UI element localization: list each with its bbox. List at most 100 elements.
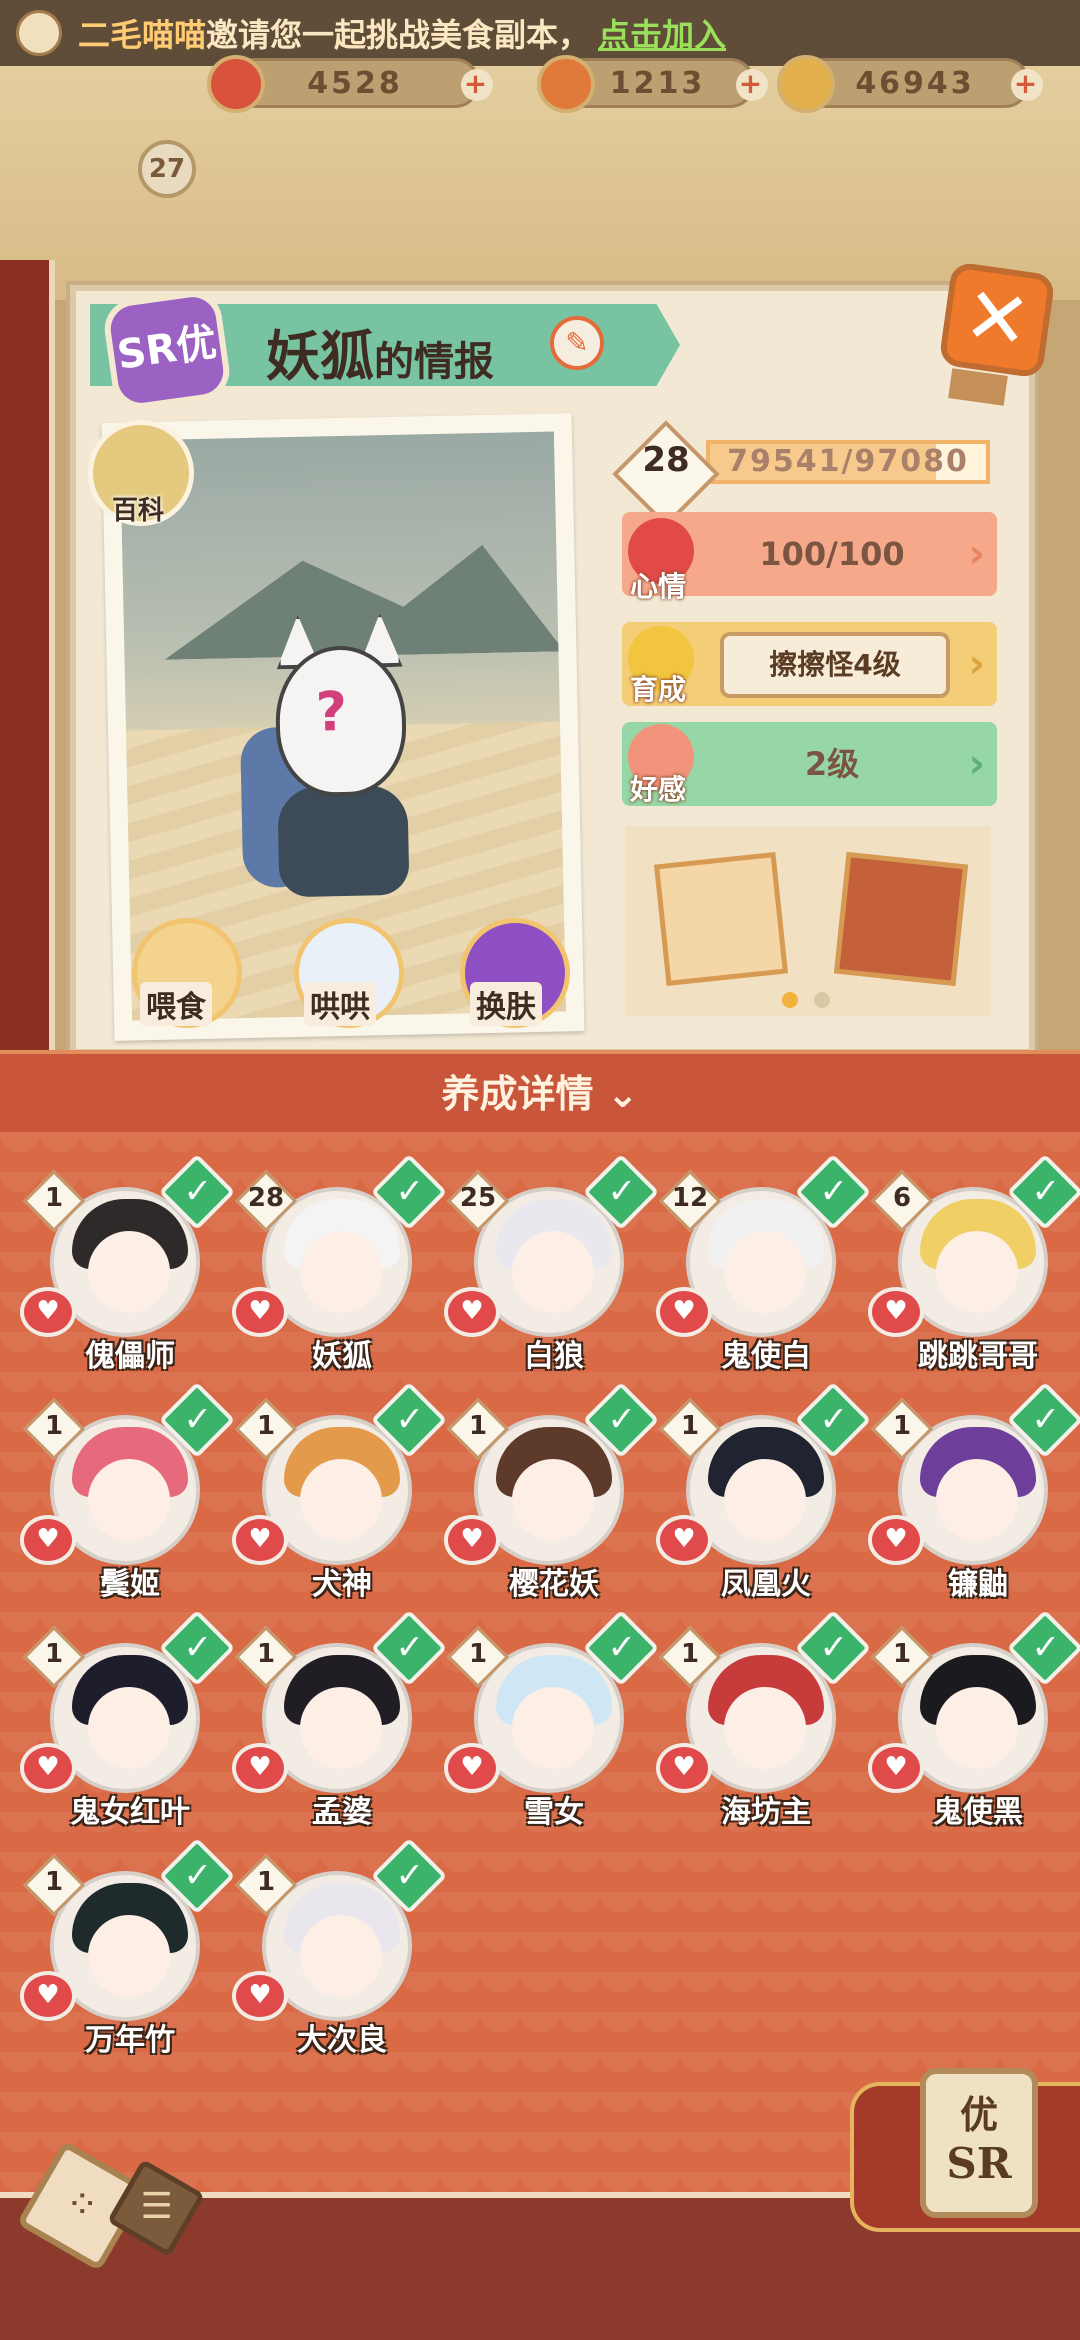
resource-plum-value: 4528 [307, 65, 403, 101]
skin-label: 换肤 [470, 982, 542, 1026]
monster-face [300, 1687, 382, 1769]
monster-name: 鬼使白 [721, 1339, 811, 1374]
resource-gold-value: 46943 [855, 65, 975, 101]
monster-face [936, 1687, 1018, 1769]
sushi-gift-card[interactable] [653, 851, 789, 987]
monster-name: 妖狐 [266, 325, 374, 388]
monster-level: 1 [44, 1639, 64, 1669]
monster-level: 1 [468, 1411, 488, 1441]
monster-card[interactable]: 1 ✓ ♥ 傀儡师 [20, 1153, 236, 1374]
exp-text: 79541/97080 [727, 444, 969, 479]
encyclopedia-label: 百科 [112, 496, 165, 526]
monster-face [724, 1231, 806, 1313]
heart-icon: ♥ [20, 1971, 76, 2021]
rarity-filter-button[interactable]: 优 SR [920, 2068, 1038, 2218]
favor-label: 好感 [630, 773, 687, 806]
monster-name: 鬼女红叶 [70, 1795, 190, 1830]
mask-mark-icon: ? [315, 679, 348, 744]
heart-icon: ♥ [656, 1743, 712, 1793]
invite-notice[interactable]: 二毛喵喵 邀请您一起挑战美食副本， 点击加入 [0, 0, 1080, 66]
monster-card[interactable]: 1 ✓ ♥ 万年竹 [20, 1837, 236, 2058]
monster-level: 1 [892, 1639, 912, 1669]
monster-card[interactable]: 6 ✓ ♥ 跳跳哥哥 [868, 1153, 1080, 1374]
monster-name: 大次良 [297, 2023, 387, 2058]
monster-card[interactable]: 28 ✓ ♥ 妖狐 [232, 1153, 448, 1374]
heart-icon: ♥ [232, 1743, 288, 1793]
monster-level: 12 [671, 1183, 709, 1213]
favor-value: 2级 [804, 745, 860, 783]
fox-body [277, 784, 410, 898]
monster-name: 雪女 [524, 1795, 584, 1830]
monster-name: 妖狐 [312, 1339, 372, 1374]
monster-card[interactable]: 1 ✓ ♥ 凤凰火 [656, 1381, 872, 1602]
list-icon: ☰ [140, 2186, 173, 2228]
monster-face [300, 1231, 382, 1313]
monster-card[interactable]: 1 ✓ ♥ 镰鼬 [868, 1381, 1080, 1602]
join-link[interactable]: 点击加入 [598, 10, 726, 56]
rarity-badge: SR优 [100, 287, 234, 413]
monster-name: 孟婆 [312, 1795, 372, 1830]
monster-card[interactable]: 1 ✓ ♥ 海坊主 [656, 1609, 872, 1830]
chevron-right-icon: › [968, 531, 985, 577]
mood-label: 心情 [630, 570, 687, 603]
heart-icon: ♥ [868, 1287, 924, 1337]
monster-name: 犬神 [312, 1567, 372, 1602]
mood-value: 100/100 [759, 535, 905, 573]
monster-card[interactable]: 1 ✓ ♥ 鬼使黑 [868, 1609, 1080, 1830]
monster-level: 28 [247, 1183, 285, 1213]
page-dot[interactable] [814, 992, 830, 1008]
monster-name: 海坊主 [721, 1795, 811, 1830]
monster-level: 25 [459, 1183, 497, 1213]
monster-card[interactable]: 1 ✓ ♥ 孟婆 [232, 1609, 448, 1830]
resource-gold: 46943 + [777, 55, 1043, 113]
rarity-bottom-label: SR [946, 2139, 1012, 2188]
notice-avatar-icon [16, 10, 62, 56]
monster-card[interactable]: 1 ✓ ♥ 鬼女红叶 [20, 1609, 236, 1830]
monster-face [724, 1459, 806, 1541]
monster-card[interactable]: 12 ✓ ♥ 鬼使白 [656, 1153, 872, 1374]
fox-character[interactable]: ? [240, 634, 430, 908]
exp-bar: 79541/97080 [706, 440, 990, 484]
monster-level: 1 [680, 1639, 700, 1669]
chevron-right-icon: › [968, 741, 985, 787]
gold-coin-icon [777, 55, 835, 113]
edit-name-button[interactable]: ✎ [550, 316, 604, 370]
page-title: 妖狐的情报 [266, 312, 494, 391]
heart-icon: ♥ [868, 1515, 924, 1565]
heart-icon: ♥ [232, 1971, 288, 2021]
heart-icon: ♥ [20, 1515, 76, 1565]
monster-face [512, 1687, 594, 1769]
monster-card[interactable]: 1 ✓ ♥ 大次良 [232, 1837, 448, 2058]
portrait-gift-card[interactable] [833, 851, 969, 987]
monster-level: 1 [892, 1411, 912, 1441]
monster-card[interactable]: 1 ✓ ♥ 鬓姬 [20, 1381, 236, 1602]
detail-header[interactable]: 养成详情 ⌄ [0, 1050, 1080, 1132]
monster-face [300, 1915, 382, 1997]
detail-title: 养成详情 [441, 1072, 594, 1116]
close-button[interactable]: ✕ [938, 261, 1056, 379]
heart-icon: ♥ [20, 1743, 76, 1793]
monster-face [936, 1231, 1018, 1313]
monster-name: 鬓姬 [100, 1567, 160, 1602]
rarity-top-label: 优 [959, 2093, 998, 2137]
add-fish-button[interactable]: + [736, 69, 768, 101]
fish-token-icon [537, 55, 595, 113]
feed-label: 喂食 [140, 982, 212, 1026]
add-plum-button[interactable]: + [461, 69, 493, 101]
monster-name: 傀儡师 [85, 1339, 175, 1374]
add-gold-button[interactable]: + [1011, 69, 1043, 101]
level-value: 28 [642, 440, 690, 480]
plum-coin-icon [207, 55, 265, 113]
resource-fish-value: 1213 [609, 65, 706, 101]
monster-face [512, 1459, 594, 1541]
grid-icon: ⁘ [65, 2182, 100, 2229]
page-dot-active [782, 992, 798, 1008]
notice-inviter: 二毛喵喵 [78, 16, 207, 54]
nurture-chip: 擦擦怪4级 [720, 632, 950, 698]
monster-card[interactable]: 1 ✓ ♥ 犬神 [232, 1381, 448, 1602]
monster-card[interactable]: 1 ✓ ♥ 樱花妖 [444, 1381, 660, 1602]
monster-card[interactable]: 25 ✓ ♥ 白狼 [444, 1153, 660, 1374]
monster-card[interactable]: 1 ✓ ♥ 雪女 [444, 1609, 660, 1830]
title-suffix: 的情报 [374, 339, 494, 385]
monster-face [88, 1687, 170, 1769]
